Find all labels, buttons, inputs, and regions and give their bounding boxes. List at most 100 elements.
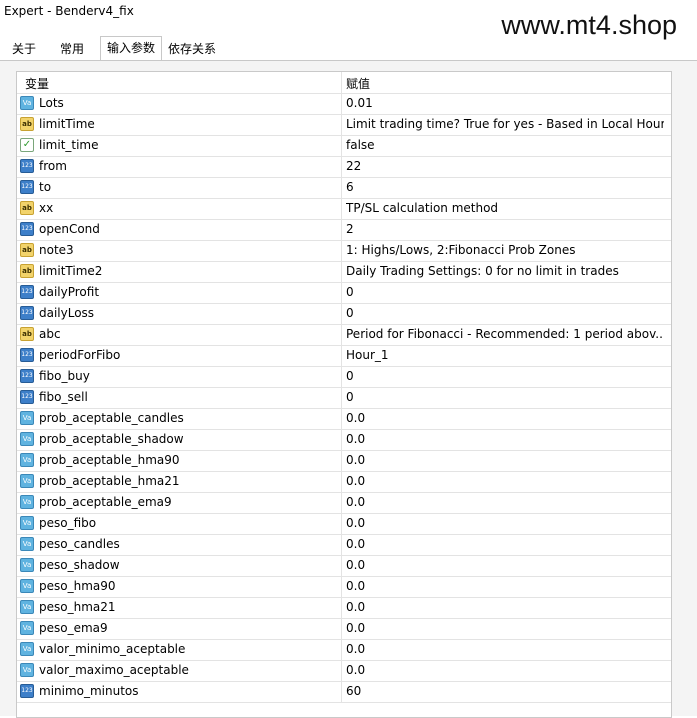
variable-cell[interactable]: ab xx bbox=[17, 198, 342, 219]
table-row[interactable]: 123 fibo_buy 0 bbox=[17, 366, 671, 388]
value-cell[interactable]: 0.0 bbox=[342, 534, 671, 555]
table-row[interactable]: Va prob_aceptable_hma90 0.0 bbox=[17, 450, 671, 472]
table-row[interactable]: Va prob_aceptable_ema9 0.0 bbox=[17, 492, 671, 514]
value-cell[interactable]: TP/SL calculation method bbox=[342, 198, 671, 219]
table-row[interactable]: Va peso_ema9 0.0 bbox=[17, 618, 671, 640]
variable-cell[interactable]: Va peso_shadow bbox=[17, 555, 342, 576]
value-cell[interactable]: 0.0 bbox=[342, 618, 671, 639]
table-row[interactable]: ab xx TP/SL calculation method bbox=[17, 198, 671, 220]
variable-value: 0 bbox=[346, 285, 354, 299]
value-cell[interactable]: 0 bbox=[342, 387, 671, 408]
table-row[interactable]: ab limitTime2 Daily Trading Settings: 0 fo… bbox=[17, 261, 671, 283]
value-cell[interactable]: 0.0 bbox=[342, 408, 671, 429]
variable-cell[interactable]: 123 fibo_sell bbox=[17, 387, 342, 408]
value-cell[interactable]: 0.0 bbox=[342, 555, 671, 576]
variable-cell[interactable]: 123 to bbox=[17, 177, 342, 198]
value-cell[interactable]: 0.0 bbox=[342, 576, 671, 597]
variable-cell[interactable]: Va prob_aceptable_ema9 bbox=[17, 492, 342, 513]
variable-value: 0.0 bbox=[346, 558, 366, 572]
variable-cell[interactable]: Va peso_hma21 bbox=[17, 597, 342, 618]
value-cell[interactable]: 0.0 bbox=[342, 513, 671, 534]
table-row[interactable]: Va peso_hma90 0.0 bbox=[17, 576, 671, 598]
variable-cell[interactable]: Va prob_aceptable_candles bbox=[17, 408, 342, 429]
variable-name: prob_aceptable_candles bbox=[39, 411, 184, 425]
table-row[interactable]: 123 periodForFibo Hour_1 bbox=[17, 345, 671, 367]
tab-about[interactable]: 关于 bbox=[6, 39, 42, 59]
variable-cell[interactable]: Va Lots bbox=[17, 93, 342, 114]
table-row[interactable]: 123 to 6 bbox=[17, 177, 671, 199]
variable-name: limitTime bbox=[39, 117, 95, 131]
table-row[interactable]: ab limitTime Limit trading time? True for … bbox=[17, 114, 671, 136]
value-cell[interactable]: 1: Highs/Lows, 2:Fibonacci Prob Zones bbox=[342, 240, 671, 261]
table-row[interactable]: Va prob_aceptable_shadow 0.0 bbox=[17, 429, 671, 451]
variable-cell[interactable]: ab note3 bbox=[17, 240, 342, 261]
variable-cell[interactable]: 123 dailyProfit bbox=[17, 282, 342, 303]
variable-cell[interactable]: 123 minimo_minutos bbox=[17, 681, 342, 702]
table-row[interactable]: Va prob_aceptable_candles 0.0 bbox=[17, 408, 671, 430]
variable-cell[interactable]: Va valor_maximo_aceptable bbox=[17, 660, 342, 681]
table-row[interactable]: 123 from 22 bbox=[17, 156, 671, 178]
table-row[interactable]: 123 openCond 2 bbox=[17, 219, 671, 241]
tab-common[interactable]: 常用 bbox=[54, 39, 90, 59]
value-cell[interactable]: 0.0 bbox=[342, 597, 671, 618]
variable-cell[interactable]: Va peso_ema9 bbox=[17, 618, 342, 639]
value-cell[interactable]: Daily Trading Settings: 0 for no limit i… bbox=[342, 261, 671, 282]
value-cell[interactable]: Hour_1 bbox=[342, 345, 671, 366]
header-variable-cell[interactable]: 变量 bbox=[17, 72, 342, 93]
variable-cell[interactable]: Va prob_aceptable_hma21 bbox=[17, 471, 342, 492]
value-cell[interactable]: Period for Fibonacci - Recommended: 1 pe… bbox=[342, 324, 671, 345]
table-row[interactable]: ab note3 1: Highs/Lows, 2:Fibonacci Prob Z… bbox=[17, 240, 671, 262]
tab-dependencies[interactable]: 依存关系 bbox=[162, 39, 222, 59]
table-row[interactable]: Va valor_minimo_aceptable 0.0 bbox=[17, 639, 671, 661]
variable-cell[interactable]: 123 openCond bbox=[17, 219, 342, 240]
value-cell[interactable]: 0.0 bbox=[342, 492, 671, 513]
variable-cell[interactable]: ✓ limit_time bbox=[17, 135, 342, 156]
value-cell[interactable]: 0.0 bbox=[342, 429, 671, 450]
variable-cell[interactable]: Va prob_aceptable_hma90 bbox=[17, 450, 342, 471]
table-row[interactable]: Va peso_shadow 0.0 bbox=[17, 555, 671, 577]
value-cell[interactable]: 6 bbox=[342, 177, 671, 198]
variable-cell[interactable]: Va valor_minimo_aceptable bbox=[17, 639, 342, 660]
value-cell[interactable]: 0.0 bbox=[342, 450, 671, 471]
variable-value: 0.01 bbox=[346, 96, 373, 110]
variable-cell[interactable]: Va peso_fibo bbox=[17, 513, 342, 534]
header-value-cell[interactable]: 赋值 bbox=[342, 72, 671, 93]
variable-cell[interactable]: Va prob_aceptable_shadow bbox=[17, 429, 342, 450]
table-row[interactable]: Va peso_candles 0.0 bbox=[17, 534, 671, 556]
table-row[interactable]: 123 dailyLoss 0 bbox=[17, 303, 671, 325]
value-cell[interactable]: 2 bbox=[342, 219, 671, 240]
table-row[interactable]: 123 minimo_minutos 60 bbox=[17, 681, 671, 703]
variable-cell[interactable]: Va peso_candles bbox=[17, 534, 342, 555]
table-row[interactable]: Va valor_maximo_aceptable 0.0 bbox=[17, 660, 671, 682]
table-row[interactable]: 123 dailyProfit 0 bbox=[17, 282, 671, 304]
variable-cell[interactable]: ab limitTime bbox=[17, 114, 342, 135]
table-row[interactable]: Va peso_fibo 0.0 bbox=[17, 513, 671, 535]
variable-cell[interactable]: 123 periodForFibo bbox=[17, 345, 342, 366]
variable-cell[interactable]: 123 from bbox=[17, 156, 342, 177]
variable-cell[interactable]: ab abc bbox=[17, 324, 342, 345]
value-cell[interactable]: 0 bbox=[342, 303, 671, 324]
double-value-icon: Va bbox=[20, 516, 34, 530]
variable-cell[interactable]: 123 fibo_buy bbox=[17, 366, 342, 387]
value-cell[interactable]: 0 bbox=[342, 366, 671, 387]
variable-cell[interactable]: ab limitTime2 bbox=[17, 261, 342, 282]
variable-cell[interactable]: 123 dailyLoss bbox=[17, 303, 342, 324]
value-cell[interactable]: 0.0 bbox=[342, 660, 671, 681]
tab-inputs[interactable]: 输入参数 bbox=[100, 36, 163, 61]
value-cell[interactable]: 22 bbox=[342, 156, 671, 177]
value-cell[interactable]: 0.0 bbox=[342, 639, 671, 660]
table-row[interactable]: ✓ limit_time false bbox=[17, 135, 671, 157]
table-row[interactable]: Va peso_hma21 0.0 bbox=[17, 597, 671, 619]
table-row[interactable]: Va prob_aceptable_hma21 0.0 bbox=[17, 471, 671, 493]
value-cell[interactable]: 0 bbox=[342, 282, 671, 303]
string-value-icon: ab bbox=[20, 327, 34, 341]
value-cell[interactable]: false bbox=[342, 135, 671, 156]
table-row[interactable]: ab abc Period for Fibonacci - Recommended:… bbox=[17, 324, 671, 346]
value-cell[interactable]: Limit trading time? True for yes - Based… bbox=[342, 114, 671, 135]
table-row[interactable]: 123 fibo_sell 0 bbox=[17, 387, 671, 409]
value-cell[interactable]: 0.0 bbox=[342, 471, 671, 492]
value-cell[interactable]: 0.01 bbox=[342, 93, 671, 114]
table-row[interactable]: Va Lots 0.01 bbox=[17, 93, 671, 115]
variable-cell[interactable]: Va peso_hma90 bbox=[17, 576, 342, 597]
value-cell[interactable]: 60 bbox=[342, 681, 671, 702]
